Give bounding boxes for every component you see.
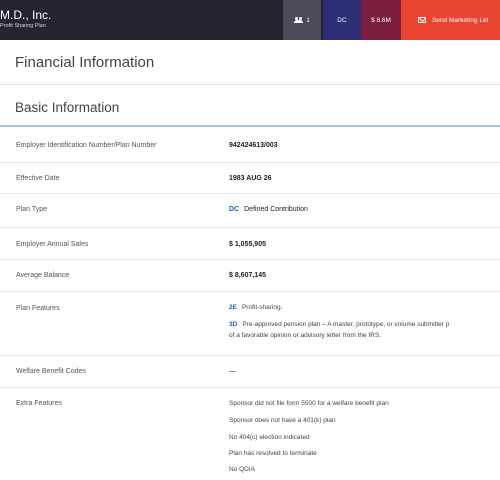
info-row-average-balance: Average Balance $ 8,607,145 bbox=[0, 260, 500, 292]
plan-type-badge[interactable]: DC bbox=[323, 0, 361, 40]
row-label: Welfare Benefit Codes bbox=[16, 368, 86, 375]
divider bbox=[0, 84, 500, 85]
row-value: $ 8,607,145 bbox=[229, 272, 266, 279]
row-value: 942424613/003 bbox=[229, 142, 278, 149]
row-value: — bbox=[229, 368, 236, 375]
feature-text: Profit-sharing. bbox=[241, 304, 283, 311]
extra-feature-item: Sponsor does not have a 401(k) plan bbox=[229, 417, 336, 424]
feature-code: 2E bbox=[229, 304, 237, 311]
row-label: Effective Date bbox=[16, 175, 60, 182]
info-row-extra-features: Extra Features Sponsor did not file form… bbox=[0, 388, 500, 480]
plan-name: Profit Sharing Plan bbox=[0, 23, 46, 29]
row-label: Employer Identification Number/Plan Numb… bbox=[16, 142, 157, 149]
users-button[interactable]: 1 bbox=[283, 0, 321, 40]
assets-badge[interactable]: $ 8.6M bbox=[361, 0, 401, 40]
top-bar: M.D., Inc. Profit Sharing Plan 1 DC $ 8.… bbox=[0, 0, 500, 40]
row-label: Plan Type bbox=[16, 206, 48, 213]
extra-feature-item: Sponsor did not file form 5500 for a wel… bbox=[229, 400, 389, 407]
row-label: Average Balance bbox=[16, 272, 70, 279]
company-name: M.D., Inc. bbox=[0, 8, 52, 22]
info-row-effective-date: Effective Date 1983 AUG 26 bbox=[0, 163, 500, 194]
send-button-label: Send Marketing Let bbox=[432, 16, 489, 24]
row-value: 1983 AUG 26 bbox=[229, 175, 272, 182]
row-label: Plan Features bbox=[16, 305, 60, 312]
users-count: 1 bbox=[306, 16, 310, 24]
plan-type-text: Defined Contribution bbox=[244, 206, 308, 213]
page-title: Financial Information bbox=[15, 54, 155, 71]
section-title: Basic Information bbox=[15, 100, 120, 115]
info-row-plan-features: Plan Features 2E Profit-sharing. 3D Pre-ap… bbox=[0, 292, 500, 356]
extra-feature-item: Plan has resolved to terminate bbox=[229, 450, 317, 457]
feature-text: Pre-approved pension plan – A master, pr… bbox=[242, 321, 450, 328]
info-row-plan-type: Plan Type DC Defined Contribution bbox=[0, 194, 500, 228]
row-label: Extra Features bbox=[16, 400, 62, 407]
send-marketing-letter-button[interactable]: Send Marketing Let bbox=[401, 0, 500, 40]
mail-icon bbox=[418, 17, 426, 23]
row-value: DC Defined Contribution bbox=[229, 206, 308, 213]
feature-item: 2E Profit-sharing. bbox=[229, 304, 282, 311]
info-row-annual-sales: Employer Annual Sales $ 1,055,905 bbox=[0, 228, 500, 260]
info-row-ein: Employer Identification Number/Plan Numb… bbox=[0, 127, 500, 163]
row-label: Employer Annual Sales bbox=[16, 241, 89, 248]
feature-text-continued: of a favorable opinion or advisory lette… bbox=[229, 332, 382, 339]
row-value: $ 1,055,905 bbox=[229, 241, 266, 248]
users-icon bbox=[294, 17, 304, 23]
plan-type-code: DC bbox=[229, 206, 240, 213]
extra-feature-item: No 404(c) election indicated bbox=[229, 434, 310, 441]
feature-item: 3D Pre-approved pension plan – A master, … bbox=[229, 321, 449, 328]
info-row-welfare-codes: Welfare Benefit Codes — bbox=[0, 356, 500, 388]
feature-code: 3D bbox=[229, 321, 238, 328]
extra-feature-item: No QDIA bbox=[229, 466, 256, 473]
